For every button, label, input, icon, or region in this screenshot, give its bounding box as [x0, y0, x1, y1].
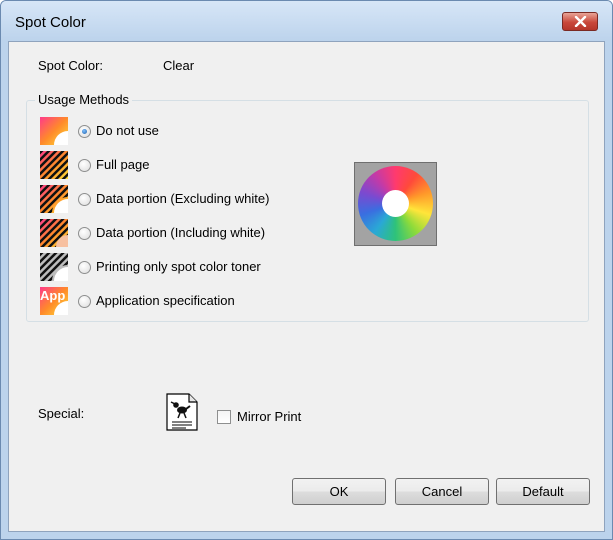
- radio-application-spec[interactable]: [78, 295, 91, 308]
- radio-data-excluding-white[interactable]: [78, 193, 91, 206]
- spot-color-value: Clear: [163, 58, 195, 73]
- mirror-print-checkbox[interactable]: [217, 410, 231, 424]
- default-button[interactable]: Default: [496, 478, 590, 505]
- gray-hatched-arc-icon: [40, 253, 68, 281]
- option-label-application-spec[interactable]: Application specification: [96, 293, 235, 308]
- radio-data-including-white[interactable]: [78, 227, 91, 240]
- radio-do-not-use[interactable]: [78, 125, 91, 138]
- dialog-client-area: Spot Color: Clear Usage Methods Do not u…: [8, 41, 605, 532]
- color-ring-graphic: [358, 166, 433, 241]
- spot-color-preview: [354, 162, 437, 246]
- option-label-data-excluding-white[interactable]: Data portion (Excluding white): [96, 191, 269, 206]
- spot-color-dialog: Spot Color Spot Color: Clear Usage Metho…: [0, 0, 613, 540]
- usage-methods-title: Usage Methods: [35, 92, 133, 107]
- hatched-arc-icon: [40, 185, 68, 213]
- spot-color-label: Spot Color:: [38, 58, 104, 73]
- ok-button[interactable]: OK: [292, 478, 386, 505]
- mirror-print-document-icon: [166, 393, 198, 431]
- mirror-print-label[interactable]: Mirror Print: [237, 409, 301, 424]
- app-icon: App: [40, 287, 68, 315]
- radio-spot-toner-only[interactable]: [78, 261, 91, 274]
- option-label-spot-toner-only[interactable]: Printing only spot color toner: [96, 259, 261, 274]
- option-label-data-including-white[interactable]: Data portion (Including white): [96, 225, 265, 240]
- radio-full-page[interactable]: [78, 159, 91, 172]
- close-icon: [574, 16, 587, 27]
- cancel-button[interactable]: Cancel: [395, 478, 489, 505]
- dialog-title: Spot Color: [15, 14, 86, 31]
- hatched-arc-icon: [40, 219, 68, 247]
- close-button[interactable]: [562, 12, 598, 31]
- title-bar[interactable]: Spot Color: [1, 1, 612, 41]
- special-label: Special:: [38, 406, 85, 421]
- option-label-full-page[interactable]: Full page: [96, 157, 149, 172]
- option-label-do-not-use[interactable]: Do not use: [96, 123, 159, 138]
- usage-methods-group: Usage Methods Do not use Full page Data …: [26, 92, 589, 322]
- app-icon-text: App: [40, 288, 65, 303]
- gradient-arc-icon: [40, 117, 68, 145]
- hatched-page-icon: [40, 151, 68, 179]
